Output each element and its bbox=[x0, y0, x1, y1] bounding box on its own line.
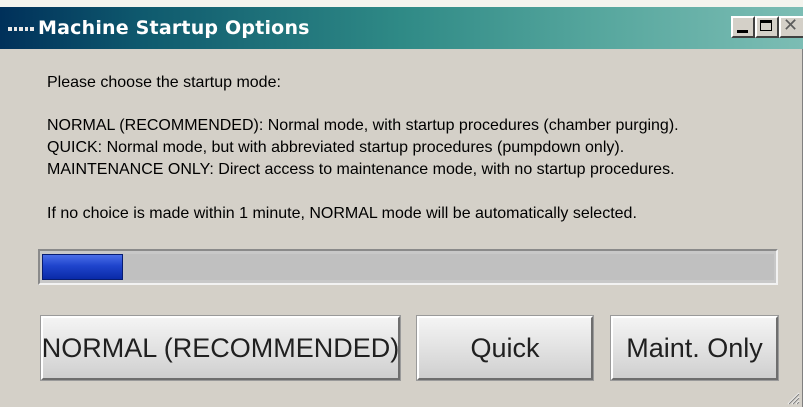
minimize-icon bbox=[737, 30, 748, 33]
normal-mode-description: NORMAL (RECOMMENDED): Normal mode, with … bbox=[47, 117, 679, 134]
startup-options-window: Machine Startup Options ✕ Please choose … bbox=[0, 0, 803, 407]
quick-mode-description: QUICK: Normal mode, but with abbreviated… bbox=[47, 139, 625, 156]
window-top-edge bbox=[0, 0, 803, 7]
minimize-button[interactable] bbox=[731, 16, 755, 38]
close-icon: ✕ bbox=[783, 15, 799, 36]
countdown-progress-bar bbox=[38, 249, 778, 285]
maximize-button[interactable] bbox=[755, 16, 779, 38]
progress-track-inner bbox=[42, 254, 774, 280]
title-bar[interactable]: Machine Startup Options ✕ bbox=[0, 7, 803, 49]
quick-mode-button[interactable]: Quick bbox=[416, 315, 594, 381]
app-icon bbox=[8, 26, 34, 32]
progress-fill bbox=[42, 254, 123, 280]
timeout-note: If no choice is made within 1 minute, NO… bbox=[47, 205, 637, 222]
maintenance-only-button[interactable]: Maint. Only bbox=[610, 315, 779, 381]
normal-mode-button[interactable]: NORMAL (RECOMMENDED) bbox=[40, 315, 401, 381]
maximize-icon bbox=[760, 20, 772, 31]
window-title: Machine Startup Options bbox=[38, 17, 310, 39]
maintenance-mode-description: MAINTENANCE ONLY: Direct access to maint… bbox=[47, 161, 675, 178]
resize-grip-icon[interactable] bbox=[784, 389, 800, 405]
prompt-text: Please choose the startup mode: bbox=[47, 74, 281, 91]
close-button[interactable]: ✕ bbox=[779, 15, 803, 38]
